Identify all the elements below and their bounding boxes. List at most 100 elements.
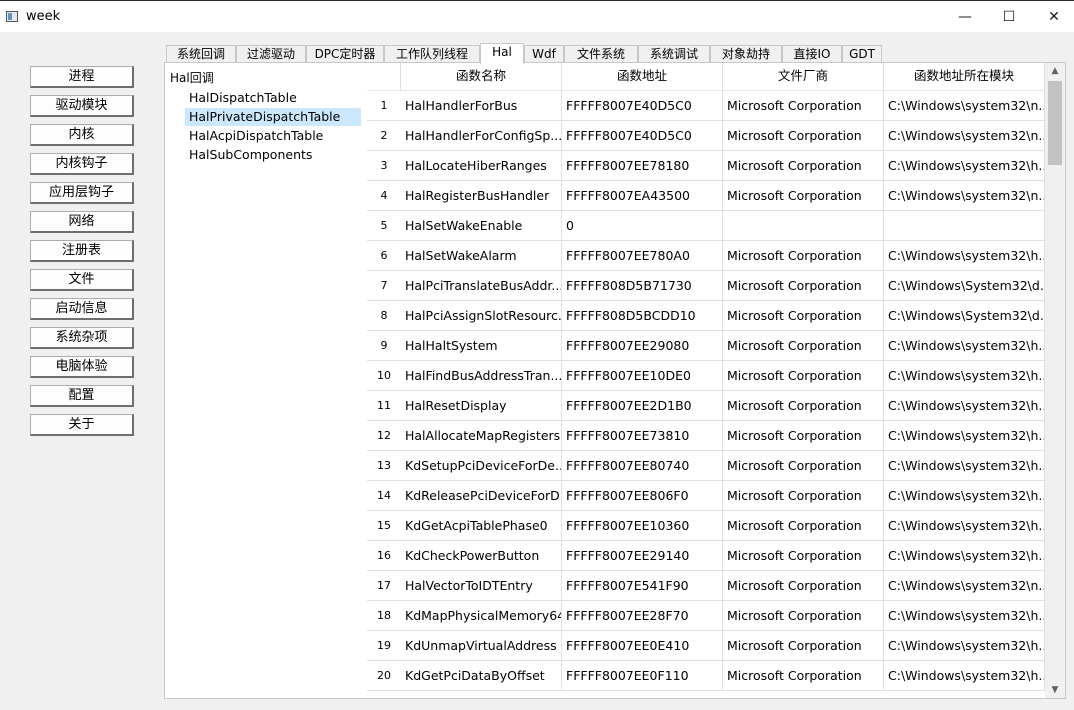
vendor-cell: Microsoft Corporation <box>723 421 884 451</box>
column-header-function-address[interactable]: 函数地址 <box>562 63 723 91</box>
vendor-cell: Microsoft Corporation <box>723 571 884 601</box>
row-number: 8 <box>367 301 401 331</box>
tab-direct-io[interactable]: 直接IO <box>782 45 842 63</box>
function-address-cell: FFFFF8007E541F90 <box>562 571 723 601</box>
table-row[interactable]: 16 KdCheckPowerButton FFFFF8007EE29140 Micr… <box>367 541 1045 571</box>
tab-system-callbacks[interactable]: 系统回调 <box>166 45 236 63</box>
function-address-cell: FFFFF8007EE806F0 <box>562 481 723 511</box>
tab-dpc-timers[interactable]: DPC定时器 <box>306 45 384 63</box>
scrollbar-thumb[interactable] <box>1048 81 1062 165</box>
nav-button-about[interactable]: 关于 <box>30 414 134 436</box>
function-address-cell: FFFFF8007EE28F70 <box>562 601 723 631</box>
function-name-cell: KdMapPhysicalMemory64 <box>401 601 562 631</box>
function-name-cell: HalLocateHiberRanges <box>401 151 562 181</box>
row-number: 5 <box>367 211 401 241</box>
vendor-cell: Microsoft Corporation <box>723 481 884 511</box>
function-address-cell: FFFFF8007EA43500 <box>562 181 723 211</box>
row-number: 13 <box>367 451 401 481</box>
tree-item-hal-acpi-dispatch-table[interactable]: HalAcpiDispatchTable <box>185 127 327 145</box>
function-address-cell: FFFFF8007EE2D1B0 <box>562 391 723 421</box>
window-title: week <box>26 9 61 24</box>
table-row[interactable]: 12 HalAllocateMapRegisters FFFFF8007EE7381… <box>367 421 1045 451</box>
minimize-button[interactable]: — <box>942 1 988 33</box>
close-button[interactable]: ✕ <box>1031 1 1074 33</box>
nav-button-system-misc[interactable]: 系统杂项 <box>30 327 134 349</box>
vendor-cell: Microsoft Corporation <box>723 91 884 121</box>
table-row[interactable]: 14 KdReleasePciDeviceForD... FFFFF8007EE80… <box>367 481 1045 511</box>
tab-filter-drivers[interactable]: 过滤驱动 <box>236 45 306 63</box>
tree-item-hal-dispatch-table[interactable]: HalDispatchTable <box>185 89 301 107</box>
nav-button-pc-experience[interactable]: 电脑体验 <box>30 356 134 378</box>
nav-button-driver-modules[interactable]: 驱动模块 <box>30 95 134 117</box>
nav-button-kernel[interactable]: 内核 <box>30 124 134 146</box>
function-name-cell: KdGetAcpiTablePhase0 <box>401 511 562 541</box>
nav-button-config[interactable]: 配置 <box>30 385 134 407</box>
vendor-cell: Microsoft Corporation <box>723 661 884 691</box>
table-row[interactable]: 4 HalRegisterBusHandler FFFFF8007EA43500 Mi… <box>367 181 1045 211</box>
module-cell: C:\Windows\system32\h... <box>884 481 1045 511</box>
vendor-cell: Microsoft Corporation <box>723 541 884 571</box>
nav-button-process[interactable]: 进程 <box>30 66 134 88</box>
module-cell: C:\Windows\system32\h... <box>884 391 1045 421</box>
module-cell: C:\Windows\system32\h... <box>884 241 1045 271</box>
function-name-cell: HalAllocateMapRegisters <box>401 421 562 451</box>
tab-object-hijack[interactable]: 对象劫持 <box>710 45 782 63</box>
vendor-cell: Microsoft Corporation <box>723 241 884 271</box>
table-row[interactable]: 8 HalPciAssignSlotResourc... FFFFF808D5BCD… <box>367 301 1045 331</box>
maximize-button[interactable]: ☐ <box>986 1 1032 33</box>
function-address-cell: FFFFF8007EE10DE0 <box>562 361 723 391</box>
table-row[interactable]: 18 KdMapPhysicalMemory64 FFFFF8007EE28F70 M… <box>367 601 1045 631</box>
tab-system-debug[interactable]: 系统调试 <box>638 45 710 63</box>
module-cell: C:\Windows\system32\h... <box>884 631 1045 661</box>
table-row[interactable]: 7 HalPciTranslateBusAddr... FFFFF808D5B717… <box>367 271 1045 301</box>
vendor-cell: Microsoft Corporation <box>723 361 884 391</box>
vendor-cell: Microsoft Corporation <box>723 331 884 361</box>
nav-button-registry[interactable]: 注册表 <box>30 240 134 262</box>
table-row[interactable]: 20 KdGetPciDataByOffset FFFFF8007EE0F110 Mi… <box>367 661 1045 691</box>
nav-button-network[interactable]: 网络 <box>30 211 134 233</box>
table-row[interactable]: 1 HalHandlerForBus FFFFF8007E40D5C0 Microso… <box>367 91 1045 121</box>
function-name-cell: KdCheckPowerButton <box>401 541 562 571</box>
column-header-module[interactable]: 函数地址所在模块 <box>884 63 1045 91</box>
table-row[interactable]: 17 HalVectorToIDTEntry FFFFF8007E541F90 Mic… <box>367 571 1045 601</box>
row-number: 4 <box>367 181 401 211</box>
vertical-scrollbar[interactable]: ▲ ▼ <box>1045 63 1065 698</box>
table-row[interactable]: 13 KdSetupPciDeviceForDe... FFFFF8007EE807… <box>367 451 1045 481</box>
tab-file-system[interactable]: 文件系统 <box>564 45 638 63</box>
module-cell: C:\Windows\system32\h... <box>884 601 1045 631</box>
table-row[interactable]: 15 KdGetAcpiTablePhase0 FFFFF8007EE10360 Mi… <box>367 511 1045 541</box>
module-cell: C:\Windows\system32\n... <box>884 91 1045 121</box>
column-header-function-name[interactable]: 函数名称 <box>401 63 562 91</box>
tab-panel-hal: Hal回调 HalDispatchTable HalPrivateDispatc… <box>164 62 1066 699</box>
function-name-cell: KdReleasePciDeviceForD... <box>401 481 562 511</box>
vendor-cell: Microsoft Corporation <box>723 271 884 301</box>
module-cell: C:\Windows\System32\d... <box>884 301 1045 331</box>
tab-gdt[interactable]: GDT <box>842 45 882 63</box>
row-number: 11 <box>367 391 401 421</box>
tab-work-queue-threads[interactable]: 工作队列线程 <box>384 45 480 63</box>
tree-item-hal-private-dispatch-table[interactable]: HalPrivateDispatchTable <box>185 108 361 126</box>
scroll-down-arrow-icon[interactable]: ▼ <box>1045 682 1065 698</box>
nav-button-kernel-hooks[interactable]: 内核钩子 <box>30 153 134 175</box>
tab-hal[interactable]: Hal <box>480 43 524 64</box>
function-address-cell: FFFFF808D5BCDD10 <box>562 301 723 331</box>
table-row[interactable]: 3 HalLocateHiberRanges FFFFF8007EE78180 Mic… <box>367 151 1045 181</box>
nav-button-files[interactable]: 文件 <box>30 269 134 291</box>
tree-item-hal-sub-components[interactable]: HalSubComponents <box>185 146 316 164</box>
table-row[interactable]: 5 HalSetWakeEnable 0 <box>367 211 1045 241</box>
column-header-vendor[interactable]: 文件厂商 <box>723 63 884 91</box>
table-row[interactable]: 9 HalHaltSystem FFFFF8007EE29080 Microsoft … <box>367 331 1045 361</box>
table-row[interactable]: 2 HalHandlerForConfigSp... FFFFF8007E40D5C… <box>367 121 1045 151</box>
tree-root[interactable]: Hal回调 <box>170 69 214 86</box>
vendor-cell: Microsoft Corporation <box>723 301 884 331</box>
module-cell: C:\Windows\system32\h... <box>884 541 1045 571</box>
scroll-up-arrow-icon[interactable]: ▲ <box>1045 63 1065 79</box>
nav-button-startup[interactable]: 启动信息 <box>30 298 134 320</box>
function-address-cell: FFFFF8007EE780A0 <box>562 241 723 271</box>
table-row[interactable]: 10 HalFindBusAddressTran... FFFFF8007EE10D… <box>367 361 1045 391</box>
table-row[interactable]: 19 KdUnmapVirtualAddress FFFFF8007EE0E410 M… <box>367 631 1045 661</box>
table-row[interactable]: 6 HalSetWakeAlarm FFFFF8007EE780A0 Microsof… <box>367 241 1045 271</box>
nav-button-app-hooks[interactable]: 应用层钩子 <box>30 182 134 204</box>
tab-wdf[interactable]: Wdf <box>524 45 564 63</box>
table-row[interactable]: 11 HalResetDisplay FFFFF8007EE2D1B0 Microso… <box>367 391 1045 421</box>
